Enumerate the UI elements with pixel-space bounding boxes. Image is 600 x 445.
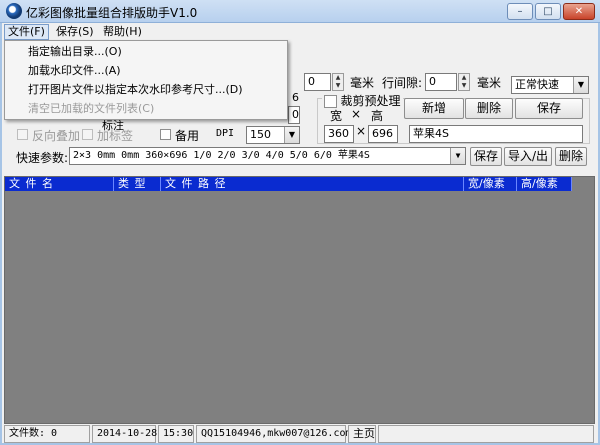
status-empty-panel (378, 425, 594, 443)
status-contact: QQ15104946,mkw007@126.com (196, 425, 352, 443)
column-header-type[interactable]: 类 型 (114, 177, 161, 191)
reverse-overlay-checkbox[interactable] (17, 129, 28, 140)
dpi-select[interactable]: 150 ▼ (246, 126, 300, 144)
crop-checkbox[interactable] (324, 94, 337, 108)
crop-title: 裁剪预处理 (340, 94, 401, 108)
chevron-down-icon[interactable]: ▼ (450, 148, 465, 164)
add-label-checkbox[interactable] (82, 129, 93, 140)
partial-value-input[interactable]: 0 (288, 106, 300, 124)
crop-add-button[interactable]: 新增 (404, 98, 464, 119)
app-icon (6, 3, 22, 19)
column-header-width[interactable]: 宽/像素 (464, 177, 517, 191)
backup-label: 备用 (175, 129, 200, 143)
partial-value-label: 6 (292, 91, 299, 104)
dpi-value: 150 (250, 128, 271, 141)
chevron-down-icon[interactable]: ▼ (284, 127, 299, 143)
backup-checkbox[interactable] (160, 129, 171, 140)
quick-import-export-button[interactable]: 导入/出 (504, 147, 552, 166)
crop-times-sign-2: × (356, 124, 367, 138)
close-button[interactable]: ✕ (563, 3, 595, 20)
menu-save[interactable]: 保存(S) (53, 24, 97, 40)
reverse-overlay-label: 反向叠加 (32, 129, 81, 143)
row-gap-unit: 毫米 (477, 76, 502, 90)
crop-width-label: 宽 (330, 109, 343, 123)
menu-item-open-reference-image[interactable]: 打开图片文件以指定本次水印参考尺寸...(D) (28, 81, 243, 99)
speed-mode-value: 正常快速 (515, 78, 559, 91)
crop-width-input[interactable]: 360 (324, 125, 354, 143)
column-header-height[interactable]: 高/像素 (517, 177, 572, 191)
crop-times-sign: × (351, 107, 362, 121)
crop-preset-name-input[interactable]: 苹果4S (409, 125, 583, 143)
quick-save-button[interactable]: 保存 (470, 147, 502, 166)
crop-save-button[interactable]: 保存 (515, 98, 583, 119)
row-gap-spinner[interactable]: ▲ ▼ (458, 73, 470, 91)
menu-file[interactable]: 文件(F) (4, 24, 49, 40)
speed-mode-select[interactable]: 正常快速 ▼ (511, 76, 589, 94)
margin-unit: 毫米 (350, 76, 375, 90)
column-header-path[interactable]: 文 件 路 径 (161, 177, 464, 191)
dpi-label: DPI (216, 128, 235, 139)
status-homepage-link[interactable]: 主页 (348, 425, 376, 443)
crop-height-label: 高 (371, 109, 384, 123)
minimize-button[interactable]: – (507, 3, 533, 20)
margin-input[interactable]: 0 (304, 73, 331, 91)
menu-item-load-watermark[interactable]: 加载水印文件...(A) (28, 62, 121, 80)
chevron-down-icon[interactable]: ▼ (573, 77, 588, 93)
crop-delete-button[interactable]: 删除 (465, 98, 513, 119)
status-file-count: 文件数: 0 (4, 425, 90, 443)
menu-help[interactable]: 帮助(H) (100, 24, 145, 40)
margin-spinner[interactable]: ▲ ▼ (332, 73, 344, 91)
menu-item-clear-file-list[interactable]: 清空已加载的文件列表(C) (28, 100, 154, 118)
quick-params-label: 快速参数: (16, 151, 69, 165)
file-list[interactable] (4, 176, 595, 424)
status-date: 2014-10-28 (92, 425, 157, 443)
add-label-label: 加标签 (97, 129, 134, 143)
column-header-filename[interactable]: 文 件 名 (5, 177, 114, 191)
maximize-button[interactable]: □ (535, 3, 561, 20)
quick-params-value: 2×3 0mm 0mm 360×696 1/0 2/0 3/0 4/0 5/0 … (73, 150, 370, 161)
row-gap-label: 行间隙: (382, 76, 423, 90)
status-time: 15:30 (158, 425, 194, 443)
quick-params-select[interactable]: 2×3 0mm 0mm 360×696 1/0 2/0 3/0 4/0 5/0 … (69, 147, 466, 165)
row-gap-input[interactable]: 0 (425, 73, 457, 91)
crop-height-input[interactable]: 696 (368, 125, 398, 143)
crop-group-header: 裁剪预处理 (322, 92, 403, 108)
quick-delete-button[interactable]: 删除 (555, 147, 587, 166)
window-title: 亿彩图像批量组合排版助手V1.0 (26, 6, 198, 20)
menu-item-set-output-dir[interactable]: 指定输出目录...(O) (28, 43, 122, 61)
